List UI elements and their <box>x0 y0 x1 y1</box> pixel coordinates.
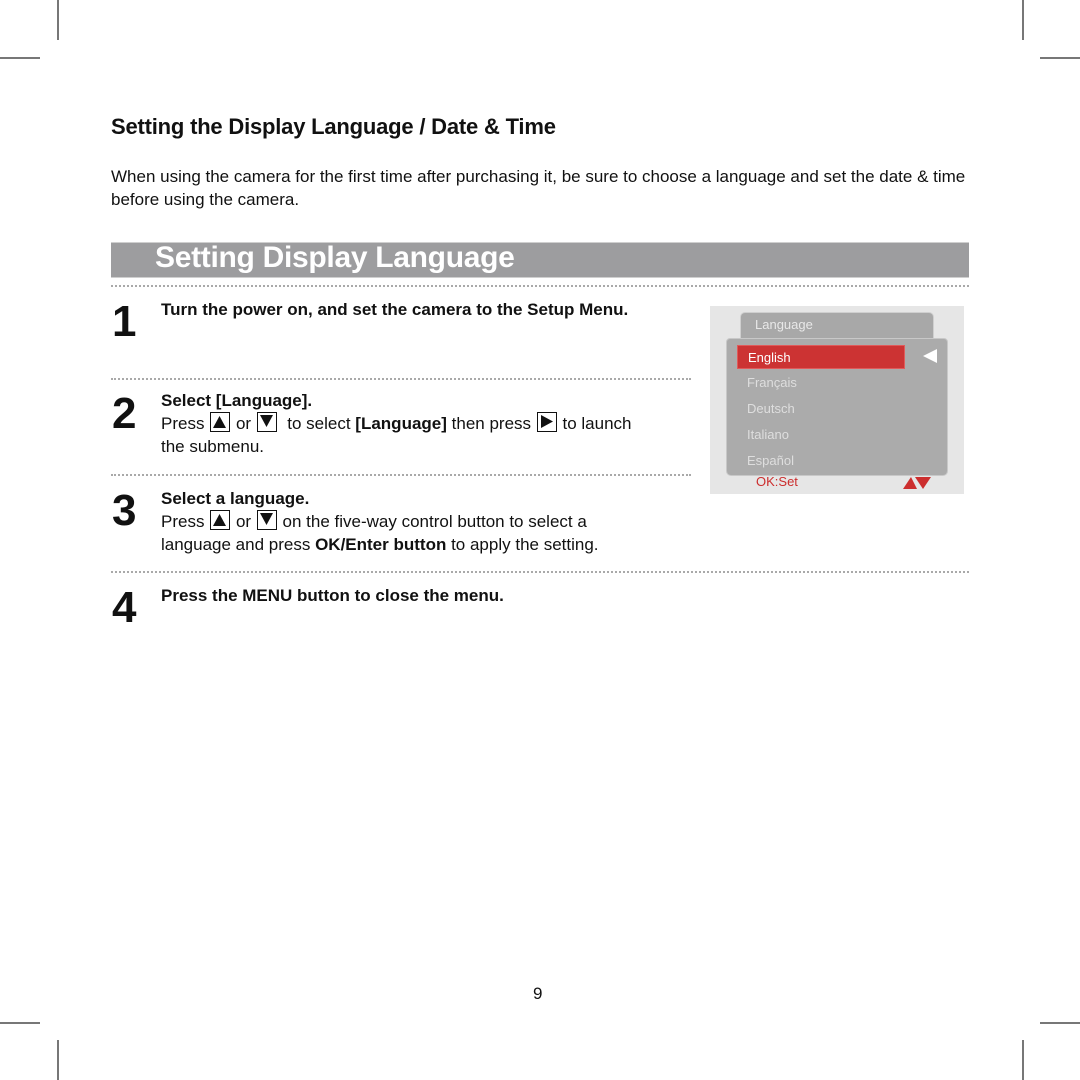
banner-title: Setting Display Language <box>155 241 515 274</box>
camera-language-item: Español <box>747 453 794 468</box>
down-arrow-key-icon <box>256 510 277 530</box>
camera-language-item: Deutsch <box>747 401 795 416</box>
page-number: 9 <box>533 984 543 1003</box>
step-4-number: 4 <box>112 583 137 632</box>
step-2-number: 2 <box>112 389 137 438</box>
step-1-heading: Turn the power on, and set the camera to… <box>161 300 629 319</box>
dotted-divider <box>111 571 969 573</box>
step-3-heading: Select a language. <box>161 489 310 508</box>
crop-mark <box>1022 1040 1024 1080</box>
up-arrow-key-icon <box>210 510 231 530</box>
crop-mark <box>0 57 40 59</box>
step-2-line: Press or to select [Language] then press… <box>161 412 632 433</box>
step-3-body: Select a language. Press or on the five-… <box>161 487 701 556</box>
crop-mark <box>1040 1022 1080 1024</box>
crop-mark <box>0 1022 40 1024</box>
right-arrow-key-icon <box>536 412 557 432</box>
camera-menu-tab: Language <box>740 312 934 339</box>
crop-mark <box>1040 57 1080 59</box>
crop-mark <box>57 1040 59 1080</box>
arrow-left-icon <box>923 349 937 363</box>
crop-mark <box>1022 0 1024 40</box>
camera-ok-hint: OK:Set <box>756 474 798 489</box>
section-banner: Setting Display Language <box>111 241 969 278</box>
dotted-divider <box>111 378 691 380</box>
crop-mark <box>57 0 59 40</box>
camera-language-item-selected: English <box>737 345 905 369</box>
down-arrow-key-icon <box>256 412 277 432</box>
dotted-divider <box>111 285 969 287</box>
camera-language-list: English Français Deutsch Italiano Españo… <box>726 338 948 476</box>
step-2-body: Select [Language]. Press or to select [L… <box>161 389 701 458</box>
dotted-divider <box>111 474 691 476</box>
camera-screen-illustration: Language English Français Deutsch Italia… <box>710 306 964 494</box>
up-down-arrows-icon <box>903 477 931 489</box>
section-title: Setting the Display Language / Date & Ti… <box>111 114 556 139</box>
step-3-number: 3 <box>112 486 137 535</box>
intro-paragraph: When using the camera for the first time… <box>111 167 966 209</box>
step-2-heading: Select [Language]. <box>161 391 313 410</box>
camera-language-item: Français <box>747 375 797 390</box>
up-arrow-key-icon <box>210 412 231 432</box>
camera-language-item: Italiano <box>747 427 789 442</box>
step-1-number: 1 <box>112 297 137 346</box>
step-4-heading: Press the MENU button to close the menu. <box>161 586 504 605</box>
